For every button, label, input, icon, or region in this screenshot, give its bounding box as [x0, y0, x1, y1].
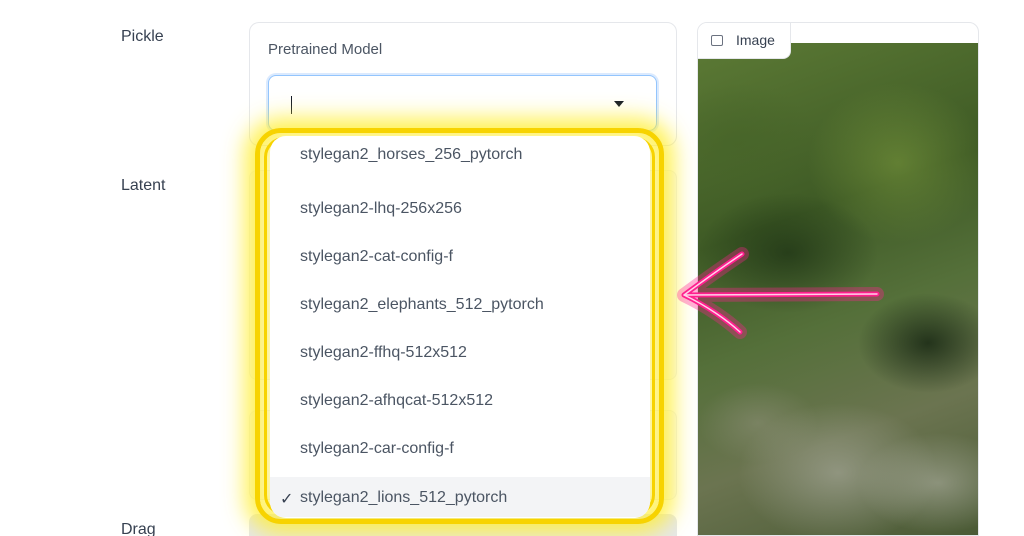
dropdown-option[interactable]: stylegan2_elephants_512_pytorch: [270, 284, 650, 324]
dropdown-option-label: stylegan2-ffhq-512x512: [300, 344, 467, 361]
dropdown-option[interactable]: stylegan2-car-config-f: [270, 428, 650, 468]
chevron-down-icon[interactable]: [614, 101, 624, 107]
dropdown-option-label: stylegan2-cat-config-f: [300, 248, 453, 265]
dropdown-option[interactable]: stylegan2-cat-config-f: [270, 236, 650, 276]
pretrained-model-select[interactable]: [268, 75, 657, 131]
dropdown-option[interactable]: stylegan2_horses_256_pytorch: [270, 136, 650, 174]
pretrained-model-dropdown-menu: stylegan2_horses_256_pytorch stylegan2-lh…: [270, 136, 650, 518]
pretrained-model-title: Pretrained Model: [268, 41, 383, 58]
dropdown-option-label: stylegan2_lions_512_pytorch: [300, 489, 508, 506]
text-caret: [291, 96, 292, 114]
dropdown-option-label: stylegan2_elephants_512_pytorch: [300, 296, 544, 313]
image-tab: Image: [698, 23, 791, 59]
dropdown-option[interactable]: stylegan2-lhq-256x256: [270, 188, 650, 228]
dropdown-option[interactable]: stylegan2-afhqcat-512x512: [270, 380, 650, 420]
arrow-left-icon: [677, 247, 884, 339]
drag-label: Drag: [121, 521, 156, 536]
dropdown-option[interactable]: ✓ stylegan2_lions_512_pytorch: [270, 477, 650, 517]
dropdown-option[interactable]: stylegan2-ffhq-512x512: [270, 332, 650, 372]
dropdown-option-label: stylegan2-lhq-256x256: [300, 200, 462, 217]
image-icon: [711, 35, 723, 46]
dropdown-option-label: stylegan2-car-config-f: [300, 440, 454, 457]
dropdown-option-label: stylegan2_horses_256_pytorch: [300, 146, 523, 163]
image-tab-label: Image: [736, 32, 775, 48]
check-icon: ✓: [280, 491, 294, 508]
latent-label: Latent: [121, 177, 166, 194]
pickle-label: Pickle: [121, 28, 164, 45]
dropdown-option-label: stylegan2-afhqcat-512x512: [300, 392, 494, 409]
